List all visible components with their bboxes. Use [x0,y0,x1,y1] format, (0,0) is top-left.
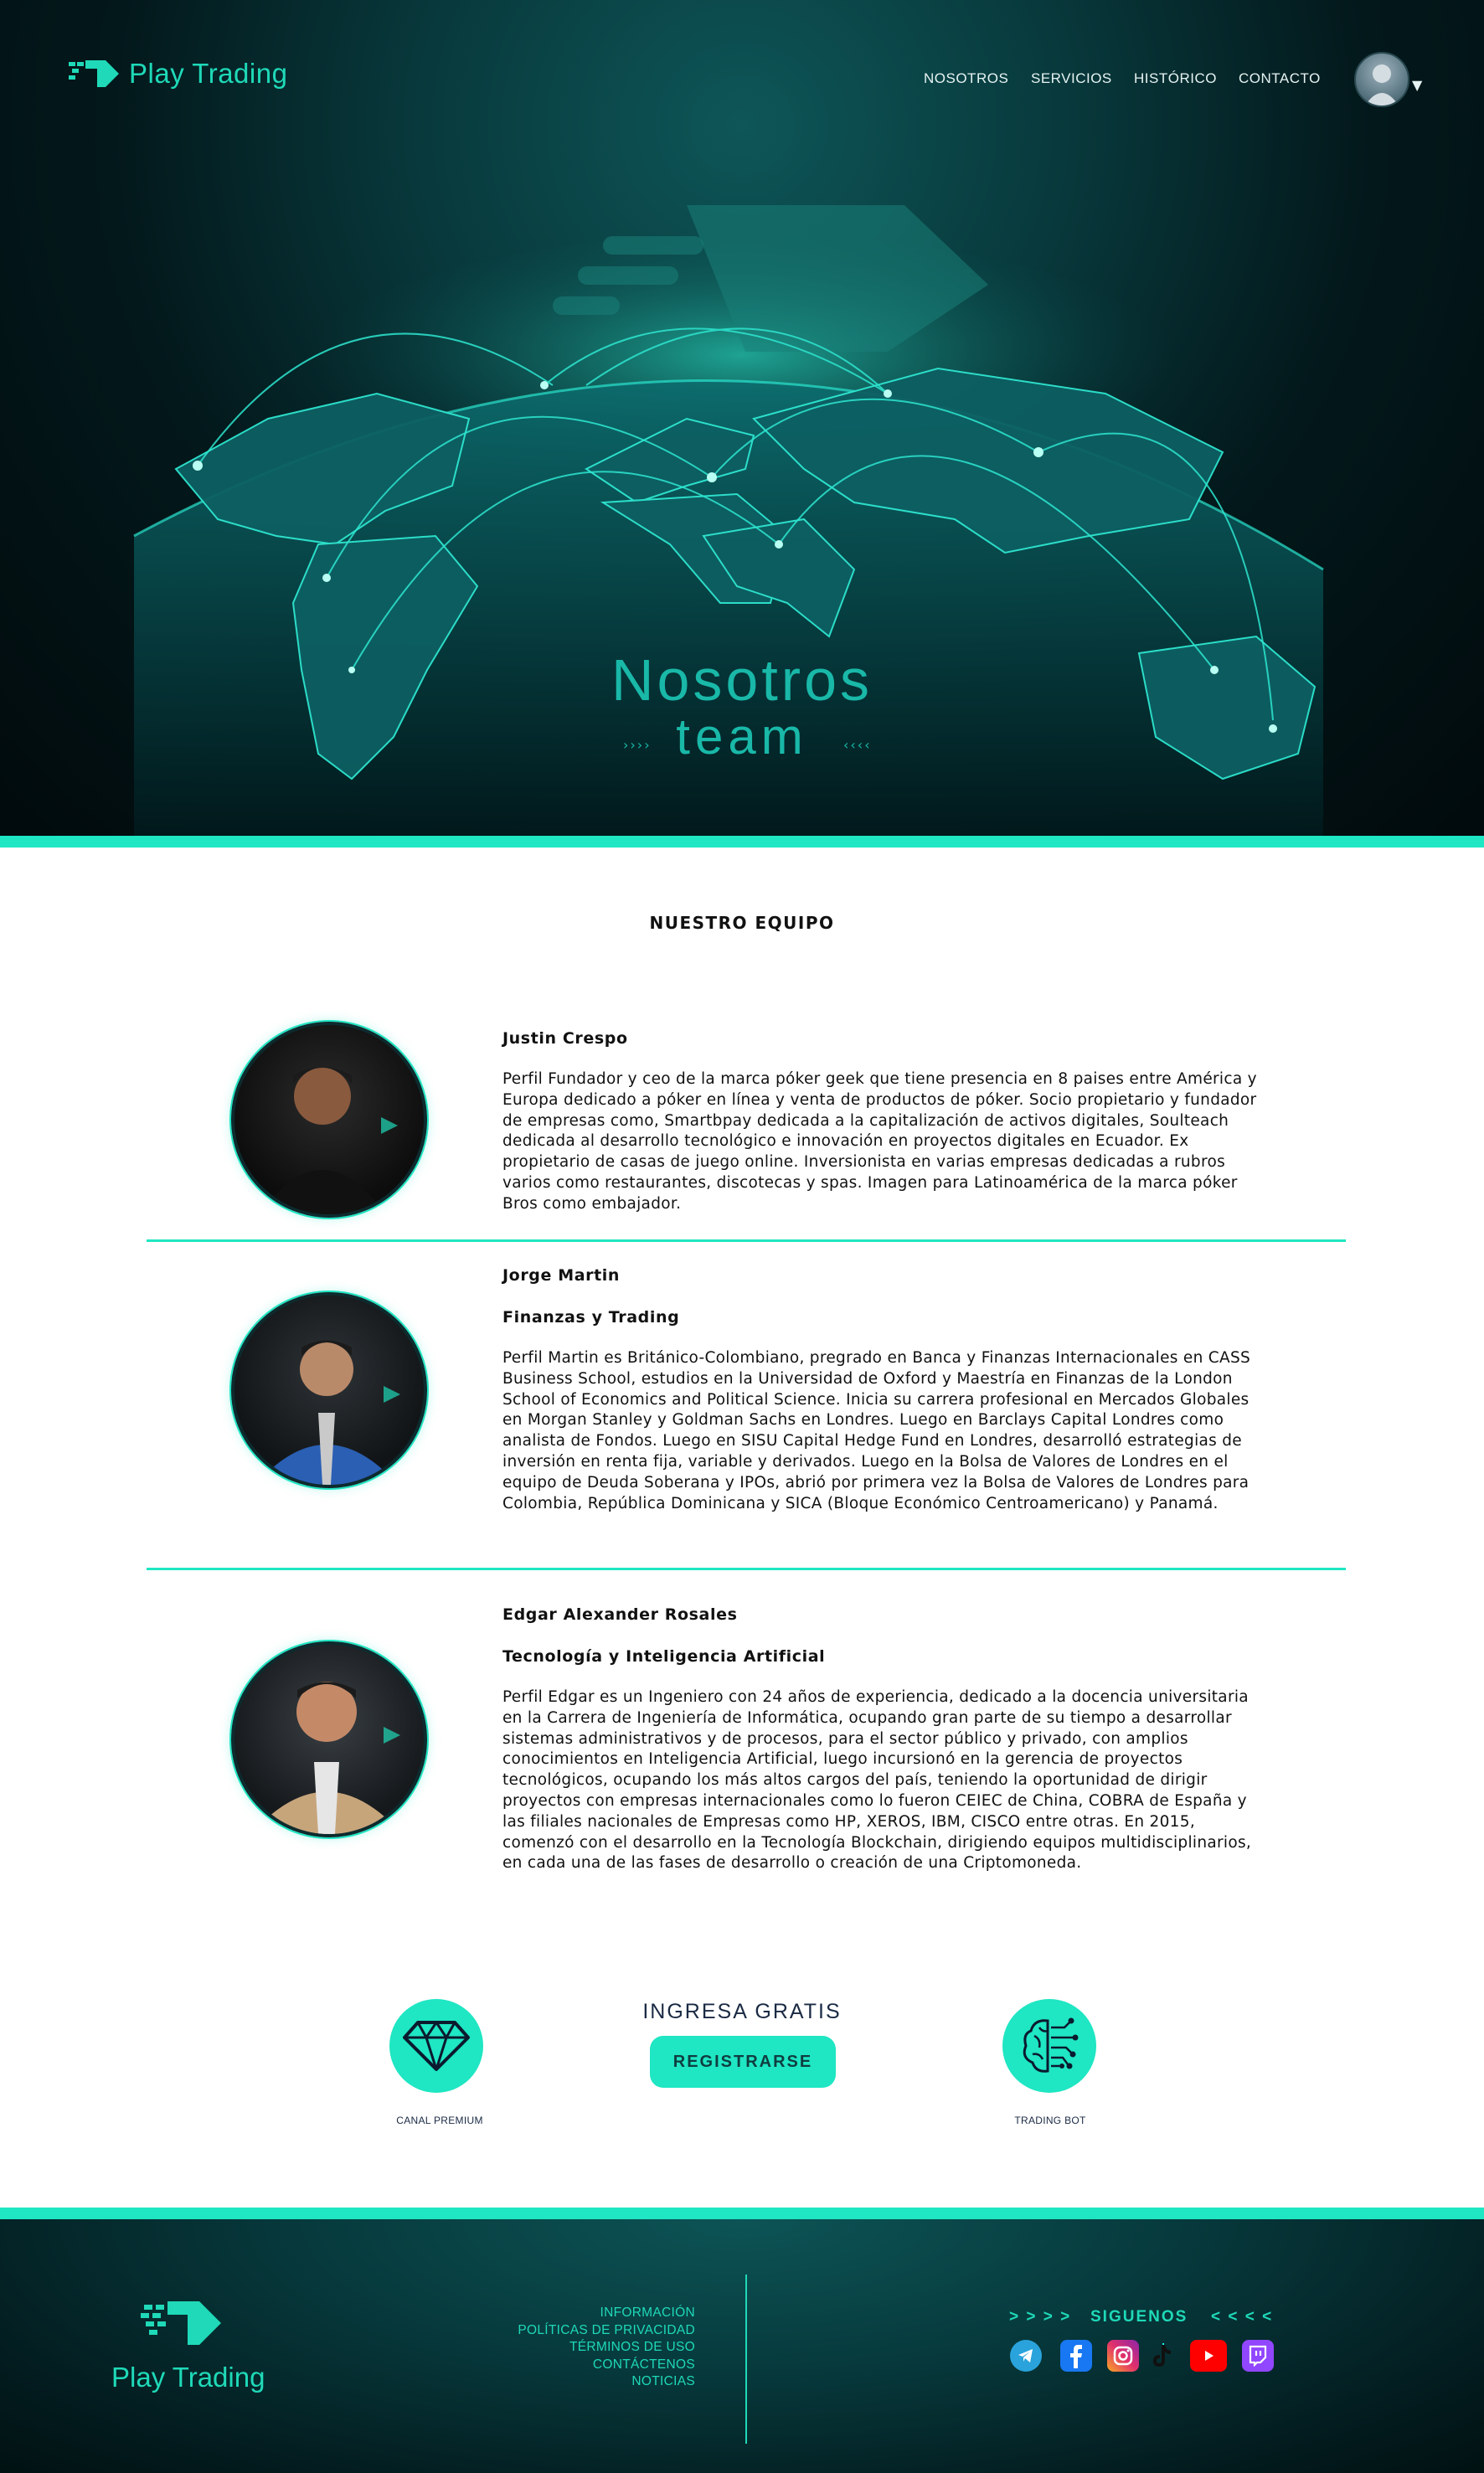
member-photo-justin [231,1022,427,1218]
member-role: Tecnología y Inteligencia Artificial [502,1647,826,1666]
member-name: Edgar Alexander Rosales [502,1605,738,1624]
canal-premium-label: CANAL PREMIUM [396,2115,483,2126]
hero-left-arrows: ›››› [623,737,652,753]
nav-historico[interactable]: HISTÓRICO [1134,70,1217,87]
facebook-icon[interactable] [1060,2340,1092,2372]
user-icon [1365,64,1399,106]
diamond-icon [403,2021,470,2071]
member-bio: Perfil Fundador y ceo de la marca póker … [502,1070,1257,1213]
logo-mark-icon [69,60,119,87]
footer-accent-band [0,2208,1484,2219]
footer-link-noticias[interactable]: NOTICIAS [518,2373,695,2391]
user-avatar[interactable] [1354,52,1409,107]
follow-left-arrows: > > > > [1009,2308,1072,2326]
person-icon [255,1340,400,1485]
footer-link-contactenos[interactable]: CONTÁCTENOS [518,2357,695,2374]
footer-divider [745,2275,747,2444]
hero-banner: Play Trading NOSOTROS SERVICIOS HISTÓRIC… [0,0,1484,836]
register-button[interactable]: REGISTRARSE [650,2036,836,2088]
member-bio: Perfil Martin es Británico-Colombiano, p… [502,1349,1251,1512]
hero-title: Nosotros [611,647,873,713]
ai-brain-icon [1023,2017,1079,2073]
member-bio: Perfil Edgar es un Ingeniero con 24 años… [502,1688,1252,1873]
member-name: Justin Crespo [502,1029,628,1048]
footer-links: INFORMACIÓN POLÍTICAS DE PRIVACIDAD TÉRM… [518,2305,695,2391]
nav-contacto[interactable]: CONTACTO [1239,70,1321,87]
team-section-title: NUESTRO EQUIPO [649,913,835,933]
nav-servicios[interactable]: SERVICIOS [1031,70,1112,87]
hero-subtitle: team [676,708,808,765]
youtube-icon[interactable] [1190,2340,1227,2372]
trading-bot-button[interactable] [1002,1999,1096,2093]
member-divider [147,1239,1346,1242]
person-icon [260,1067,398,1214]
member-role: Finanzas y Trading [502,1308,680,1327]
hero-accent-band [0,836,1484,848]
member-divider [147,1568,1346,1570]
header-logo[interactable]: Play Trading [69,57,287,90]
trading-bot-label: TRADING BOT [1014,2115,1086,2126]
nav-nosotros[interactable]: NOSOTROS [924,70,1008,87]
member-photo-jorge [231,1292,427,1488]
cta-heading: INGRESA GRATIS [642,2000,842,2023]
member-name: Jorge Martin [502,1266,621,1285]
twitch-icon[interactable] [1242,2340,1274,2372]
logo-text: Play Trading [129,58,288,89]
hero-right-arrows: ‹‹‹‹ [843,737,872,753]
tiktok-icon[interactable] [1149,2340,1174,2372]
chevron-down-icon[interactable]: ▼ [1412,77,1422,93]
person-icon [251,1682,402,1834]
member-photo-edgar [231,1641,427,1837]
footer-logo-icon[interactable] [141,2296,224,2350]
follow-label: SIGUENOS [1090,2308,1188,2326]
instagram-icon[interactable] [1107,2340,1139,2372]
footer-link-privacidad[interactable]: POLÍTICAS DE PRIVACIDAD [518,2322,695,2340]
footer-link-informacion[interactable]: INFORMACIÓN [518,2305,695,2322]
follow-right-arrows: < < < < [1211,2308,1274,2326]
telegram-icon[interactable] [1010,2340,1042,2372]
footer-logo-text: Play Trading [111,2362,265,2393]
footer-link-terminos[interactable]: TÉRMINOS DE USO [518,2339,695,2357]
